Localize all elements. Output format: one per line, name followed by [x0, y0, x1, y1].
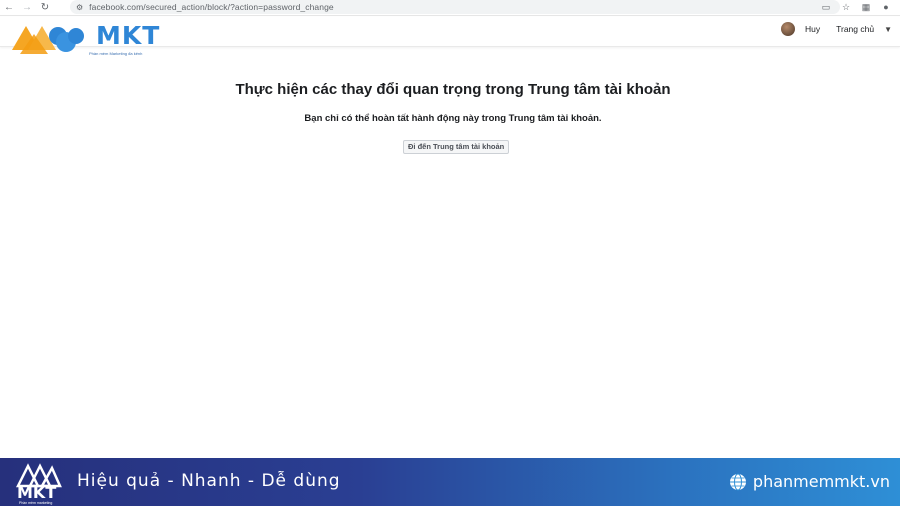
forward-icon[interactable]: → [18, 1, 36, 15]
banner-logo-text: MKT [17, 483, 57, 502]
profile-icon[interactable]: ● [880, 1, 892, 13]
home-link[interactable]: Trang chủ [836, 24, 874, 34]
globe-icon [729, 473, 746, 490]
back-icon[interactable]: ← [0, 1, 18, 15]
user-name-link[interactable]: Huy [805, 24, 820, 34]
slogan: Hiệu quả - Nhanh - Dễ dùng [77, 471, 341, 491]
page-subtitle: Bạn chỉ có thể hoàn tất hành động này tr… [304, 113, 602, 124]
logo-text: MKT [96, 21, 161, 50]
top-navigation-bar: MKT Phần mềm Marketing đa kênh Huy Trang… [0, 17, 900, 56]
chevron-down-icon[interactable]: ▼ [884, 25, 892, 34]
address-bar[interactable]: ⚙ facebook.com/secured_action/block/?act… [70, 0, 840, 14]
promo-banner: MKT Phần mềm marketing Hiệu quả - Nhanh … [0, 458, 900, 506]
avatar[interactable] [780, 22, 795, 36]
banner-logo: MKT Phần mềm marketing [14, 462, 64, 505]
site-settings-icon[interactable]: ⚙ [76, 3, 83, 12]
website-link: phanmemmkt.vn [729, 472, 890, 491]
extensions-icon[interactable]: ▦ [860, 1, 872, 13]
reload-icon[interactable]: ↻ [36, 1, 54, 15]
go-to-accounts-center-button[interactable]: Đi đến Trung tâm tài khoản [403, 140, 510, 154]
main-content: Thực hiện các thay đổi quan trọng trong … [0, 48, 900, 458]
install-app-icon[interactable]: ▭ [820, 1, 832, 13]
url-text: facebook.com/secured_action/block/?actio… [89, 2, 334, 12]
browser-toolbar: ← → ↻ ⚙ facebook.com/secured_action/bloc… [0, 0, 900, 16]
banner-logo-tagline: Phần mềm marketing [19, 501, 53, 505]
page-title: Thực hiện các thay đổi quan trọng trong … [235, 81, 671, 98]
website-text: phanmemmkt.vn [752, 472, 890, 491]
bookmark-star-icon[interactable]: ☆ [840, 1, 852, 13]
